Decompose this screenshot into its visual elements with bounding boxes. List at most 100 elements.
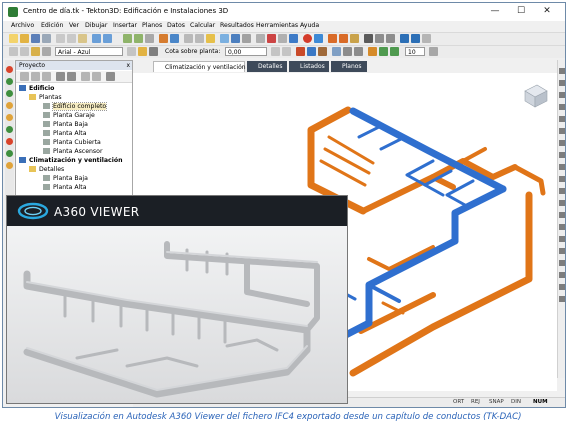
tab-detalles[interactable]: Detalles — [247, 61, 287, 72]
rt-tool-2-icon[interactable] — [559, 80, 565, 86]
tree-item-planta-alta[interactable]: Planta Alta — [19, 129, 131, 138]
rt-tool-6-icon[interactable] — [559, 128, 565, 134]
door-icon[interactable] — [318, 47, 327, 56]
tab-climatizacion[interactable]: Climatización y ventilación — [153, 61, 246, 72]
tree-item-detalles-planta-baja[interactable]: Planta Baja — [19, 174, 131, 183]
rt-tool-1-icon[interactable] — [559, 68, 565, 74]
panel-delete-icon[interactable] — [92, 72, 101, 81]
grille-icon[interactable] — [375, 34, 384, 43]
status-rej[interactable]: REJ — [471, 399, 480, 405]
duct-icon[interactable] — [328, 34, 337, 43]
column-icon[interactable] — [343, 47, 352, 56]
window-icon[interactable] — [307, 47, 316, 56]
zoom-out-icon[interactable] — [134, 34, 143, 43]
copy-icon[interactable] — [67, 34, 76, 43]
room-icon[interactable] — [379, 47, 388, 56]
panel-edit-icon[interactable] — [42, 72, 51, 81]
rt-tool-5-icon[interactable] — [559, 116, 565, 122]
pen-icon[interactable] — [267, 34, 276, 43]
font-combo[interactable]: Arial - Azul — [55, 47, 123, 56]
redo-icon[interactable] — [103, 34, 112, 43]
tool-red2-icon[interactable] — [6, 138, 13, 145]
status-snap[interactable]: SNAP — [489, 399, 504, 405]
font-icon[interactable] — [20, 47, 29, 56]
pan-icon[interactable] — [145, 34, 154, 43]
new-file-icon[interactable] — [9, 34, 18, 43]
calc-icon[interactable] — [400, 34, 409, 43]
hatch-icon[interactable] — [31, 47, 40, 56]
view-cube-icon[interactable] — [524, 84, 548, 108]
layer-icon[interactable] — [159, 34, 168, 43]
tool-orange2-icon[interactable] — [6, 114, 13, 121]
select-icon[interactable] — [184, 34, 193, 43]
tool-green2-icon[interactable] — [6, 90, 13, 97]
status-num[interactable]: NUM — [533, 399, 548, 405]
tree-item-edificio[interactable]: Edificio — [19, 84, 131, 93]
cota-input[interactable]: 0,00 — [225, 47, 267, 56]
tree-item-planta-baja[interactable]: Planta Baja — [19, 120, 131, 129]
line-icon[interactable] — [256, 34, 265, 43]
panel-copy-icon[interactable] — [81, 72, 90, 81]
menu-edicion[interactable]: Edición — [41, 22, 63, 29]
check-icon[interactable] — [411, 34, 420, 43]
tool-green4-icon[interactable] — [6, 150, 13, 157]
measure-icon[interactable] — [242, 34, 251, 43]
options-icon[interactable] — [429, 47, 438, 56]
menu-ayuda[interactable]: Ayuda — [300, 22, 319, 29]
floor-up-icon[interactable] — [271, 47, 280, 56]
linetype-icon[interactable] — [42, 47, 51, 56]
menu-ver[interactable]: Ver — [69, 22, 79, 29]
tool-green-icon[interactable] — [6, 78, 13, 85]
report-icon[interactable] — [422, 34, 431, 43]
rt-tool-18-icon[interactable] — [559, 272, 565, 278]
status-din[interactable]: DIN — [511, 399, 521, 405]
status-ort[interactable]: ORT — [453, 399, 464, 405]
rt-tool-9-icon[interactable] — [559, 164, 565, 170]
tree-item-edificio-completo[interactable]: Edificio completo — [19, 102, 131, 111]
move-icon[interactable] — [195, 34, 204, 43]
tool-orange-icon[interactable] — [6, 102, 13, 109]
rt-tool-10-icon[interactable] — [559, 176, 565, 182]
a360-model-view[interactable] — [7, 226, 347, 403]
color-icon[interactable] — [127, 47, 136, 56]
menu-archivo[interactable]: Archivo — [11, 22, 34, 29]
panel-props-icon[interactable] — [106, 72, 115, 81]
tree-item-plantas[interactable]: Plantas — [19, 93, 131, 102]
tool-orange3-icon[interactable] — [6, 162, 13, 169]
rt-tool-4-icon[interactable] — [559, 104, 565, 110]
rt-tool-19-icon[interactable] — [559, 284, 565, 290]
menu-dibujar[interactable]: Dibujar — [85, 22, 107, 29]
rt-tool-20-icon[interactable] — [559, 296, 565, 302]
paste-icon[interactable] — [78, 34, 87, 43]
menu-datos[interactable]: Datos — [167, 22, 185, 29]
maximize-button[interactable]: ☐ — [511, 5, 531, 18]
open-folder-icon[interactable] — [20, 34, 29, 43]
tree-item-detalles[interactable]: Detalles — [19, 165, 131, 174]
fitting-icon[interactable] — [339, 34, 348, 43]
stair-icon[interactable] — [368, 47, 377, 56]
tool-green3-icon[interactable] — [6, 126, 13, 133]
folder-small-icon[interactable] — [138, 47, 147, 56]
grid-icon[interactable] — [170, 34, 179, 43]
info-icon[interactable] — [314, 34, 323, 43]
zoom-in-icon[interactable] — [123, 34, 132, 43]
beam-icon[interactable] — [354, 47, 363, 56]
rt-tool-12-icon[interactable] — [559, 200, 565, 206]
cut-icon[interactable] — [56, 34, 65, 43]
minimize-button[interactable]: — — [485, 5, 505, 18]
wall-icon[interactable] — [296, 47, 305, 56]
text-icon[interactable] — [278, 34, 287, 43]
light-icon[interactable] — [206, 34, 215, 43]
floor-down-icon[interactable] — [282, 47, 291, 56]
rt-tool-16-icon[interactable] — [559, 248, 565, 254]
tree-item-planta-garaje[interactable]: Planta Garaje — [19, 111, 131, 120]
close-button[interactable]: ✕ — [537, 5, 557, 18]
render-icon[interactable] — [220, 34, 229, 43]
save-icon[interactable] — [31, 34, 40, 43]
menu-planos[interactable]: Planos — [142, 22, 162, 29]
layers-icon[interactable] — [289, 34, 298, 43]
tool-red-icon[interactable] — [6, 66, 13, 73]
unit-icon[interactable] — [350, 34, 359, 43]
menu-resultados[interactable]: Resultados — [220, 22, 254, 29]
rt-tool-3-icon[interactable] — [559, 92, 565, 98]
